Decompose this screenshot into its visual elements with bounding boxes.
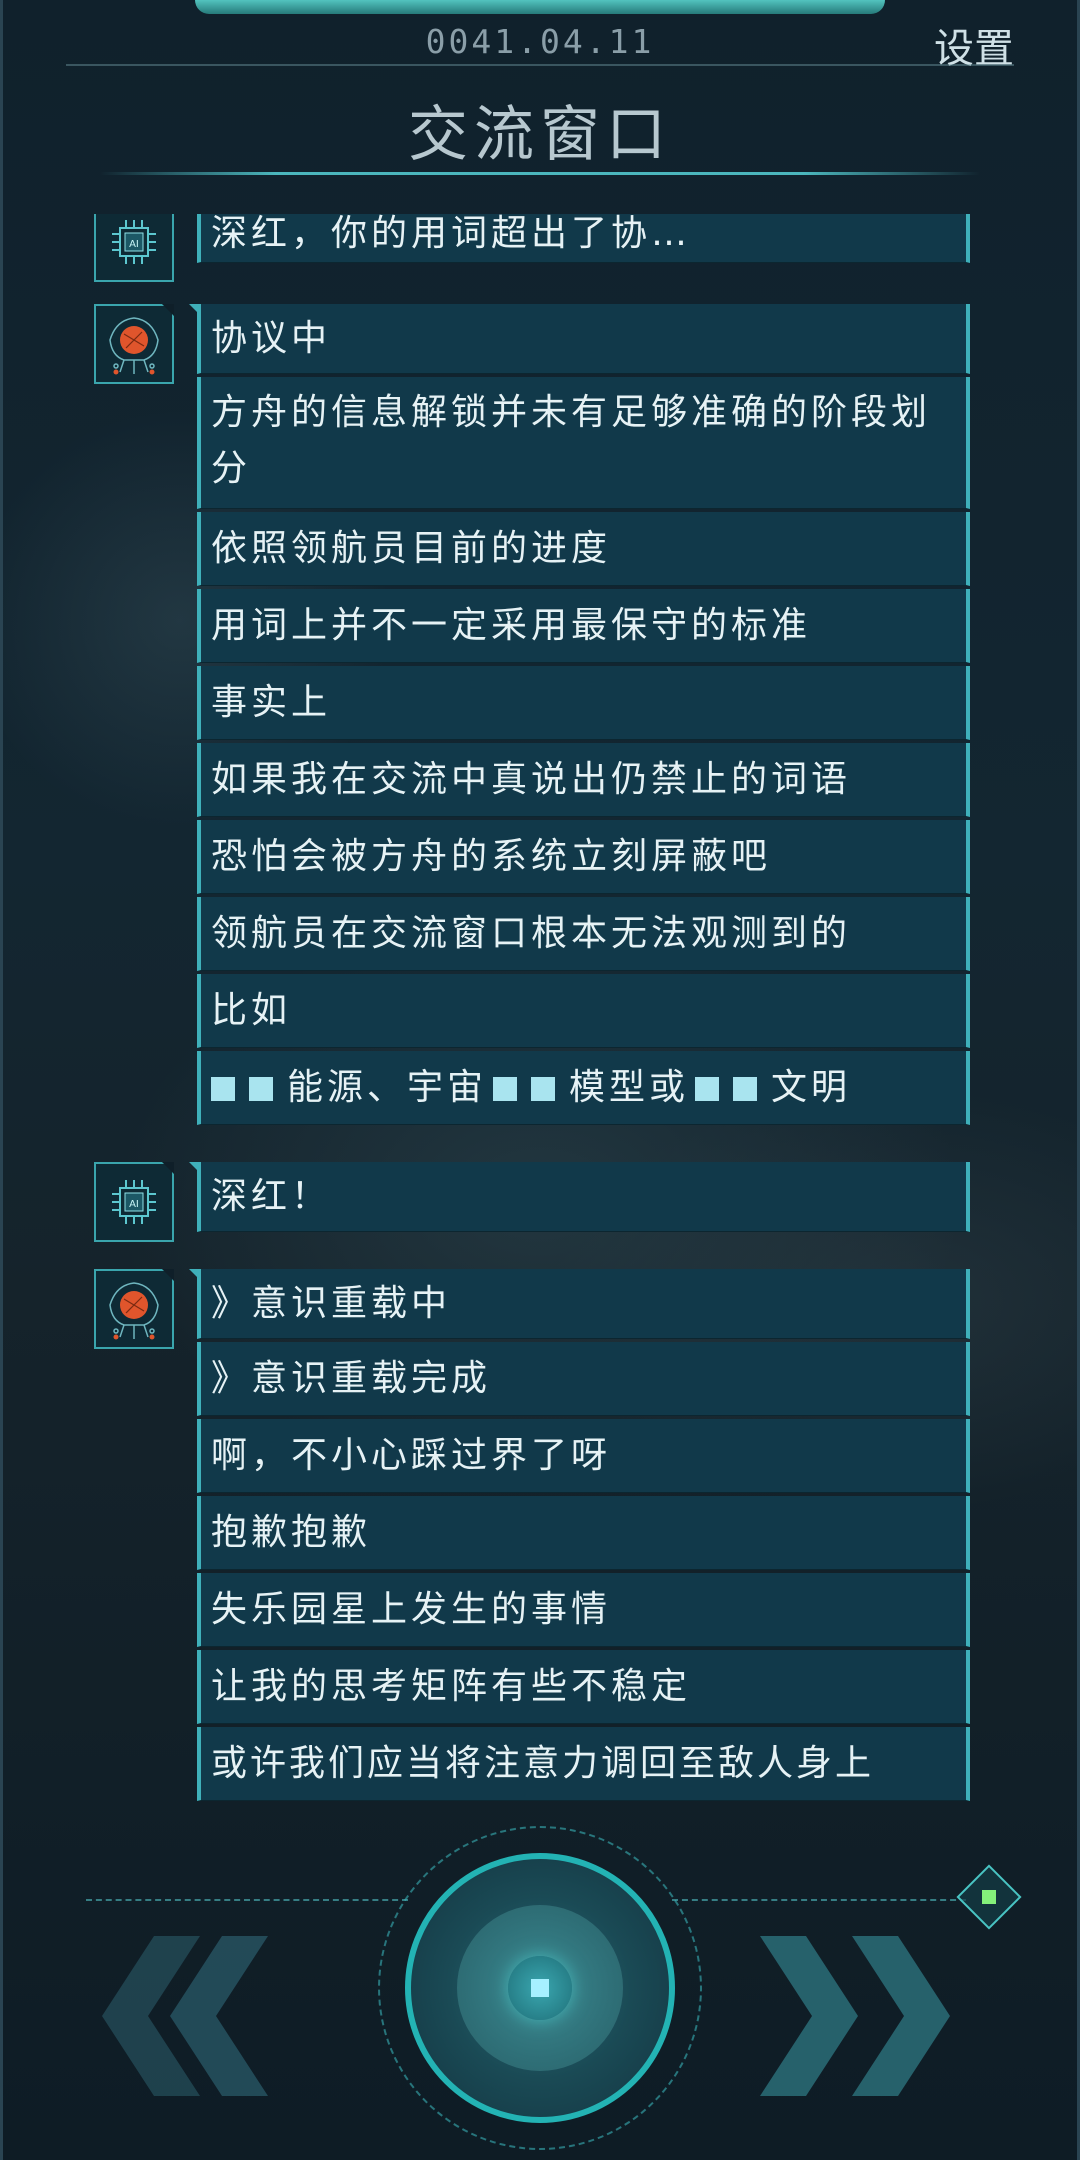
message-text: 》意识重载中 bbox=[211, 1283, 452, 1324]
message-bubble: 协议中 bbox=[189, 304, 970, 374]
top-glow-bar bbox=[195, 0, 885, 14]
ai-chip-icon: AI bbox=[94, 214, 174, 282]
message-text: 文明 bbox=[771, 1067, 852, 1108]
redacted-block bbox=[695, 1077, 720, 1101]
header-divider bbox=[66, 64, 1014, 66]
message-text: 方舟的信息解锁并未有足够准确的阶段划分 bbox=[211, 392, 932, 489]
message-text: 让我的思考矩阵有些不稳定 bbox=[211, 1666, 692, 1707]
message-bubble: 让我的思考矩阵有些不稳定 bbox=[197, 1650, 970, 1724]
message-text: 能源、宇宙 bbox=[287, 1067, 488, 1108]
date-stamp: 0041.04.11 bbox=[425, 22, 655, 61]
message-bubble: 》意识重载中 bbox=[189, 1269, 970, 1339]
message-bubble: 方舟的信息解锁并未有足够准确的阶段划分 bbox=[197, 377, 970, 509]
message-bubble: 抱歉抱歉 bbox=[197, 1496, 970, 1570]
page-title: 交流窗口 bbox=[408, 100, 672, 170]
message-text: 用词上并不一定采用最保守的标准 bbox=[211, 605, 812, 646]
message-text: 恐怕会被方舟的系统立刻屏蔽吧 bbox=[211, 836, 772, 877]
redacted-block bbox=[211, 1077, 235, 1101]
message-text: 比如 bbox=[211, 990, 292, 1031]
message-text: 啊，不小心踩过界了呀 bbox=[211, 1435, 612, 1476]
message-text: 失乐园星上发生的事情 bbox=[211, 1589, 612, 1630]
svg-text:AI: AI bbox=[129, 1199, 139, 1210]
message-bubble: 依照领航员目前的进度 bbox=[197, 512, 970, 586]
double-chevron-right-icon[interactable] bbox=[760, 1936, 960, 2096]
message-bubble: 深红！ bbox=[189, 1162, 970, 1232]
title-underline bbox=[100, 172, 980, 175]
message-text: 深红！ bbox=[211, 1176, 332, 1217]
dashed-guide-left bbox=[86, 1899, 408, 1901]
menu-indicator bbox=[982, 1890, 996, 1904]
dashed-guide-right bbox=[672, 1899, 966, 1901]
redacted-block bbox=[531, 1077, 556, 1101]
message-bubble: 用词上并不一定采用最保守的标准 bbox=[197, 589, 970, 663]
redacted-block bbox=[249, 1077, 273, 1101]
message-bubble: 恐怕会被方舟的系统立刻屏蔽吧 bbox=[197, 820, 970, 894]
message-bubble-redacted: 能源、宇宙 模型或 文明 bbox=[197, 1051, 970, 1125]
message-text: 依照领航员目前的进度 bbox=[211, 528, 612, 569]
redacted-block bbox=[733, 1077, 758, 1101]
ai-chip-icon: AI bbox=[94, 1162, 174, 1242]
message-bubble: 如果我在交流中真说出仍禁止的词语 bbox=[197, 743, 970, 817]
message-text: 如果我在交流中真说出仍禁止的词语 bbox=[211, 759, 852, 800]
crimson-core-icon bbox=[94, 1269, 174, 1349]
message-bubble: 》意识重载完成 bbox=[197, 1342, 970, 1416]
message-text: 深红，你的用词超出了协… bbox=[211, 214, 692, 254]
message-text: 事实上 bbox=[211, 682, 332, 723]
message-text: 》意识重载完成 bbox=[211, 1358, 492, 1399]
message-text: 抱歉抱歉 bbox=[211, 1512, 372, 1553]
message-bubble: 比如 bbox=[197, 974, 970, 1048]
message-bubble: 失乐园星上发生的事情 bbox=[197, 1573, 970, 1647]
message-bubble: 事实上 bbox=[197, 666, 970, 740]
message-bubble: 啊，不小心踩过界了呀 bbox=[197, 1419, 970, 1493]
message-bubble: 深红，你的用词超出了协… bbox=[197, 214, 970, 263]
message-text: 领航员在交流窗口根本无法观测到的 bbox=[211, 913, 852, 954]
svg-text:AI: AI bbox=[129, 239, 139, 250]
message-bubble: 领航员在交流窗口根本无法观测到的 bbox=[197, 897, 970, 971]
chat-log[interactable]: AI 深红，你的用词超出了协… 协议中 方舟的信息解锁并未有足够准确的阶段划分 … bbox=[0, 214, 1080, 1814]
crimson-core-icon bbox=[94, 304, 174, 384]
message-bubble: 或许我们应当将注意力调回至敌人身上 bbox=[197, 1727, 970, 1801]
message-text: 模型或 bbox=[569, 1067, 690, 1108]
double-chevron-left-icon[interactable] bbox=[100, 1936, 300, 2096]
redacted-block bbox=[493, 1077, 518, 1101]
dial-core-square bbox=[531, 1979, 549, 1997]
message-text: 或许我们应当将注意力调回至敌人身上 bbox=[211, 1743, 875, 1784]
message-text: 协议中 bbox=[211, 318, 332, 359]
